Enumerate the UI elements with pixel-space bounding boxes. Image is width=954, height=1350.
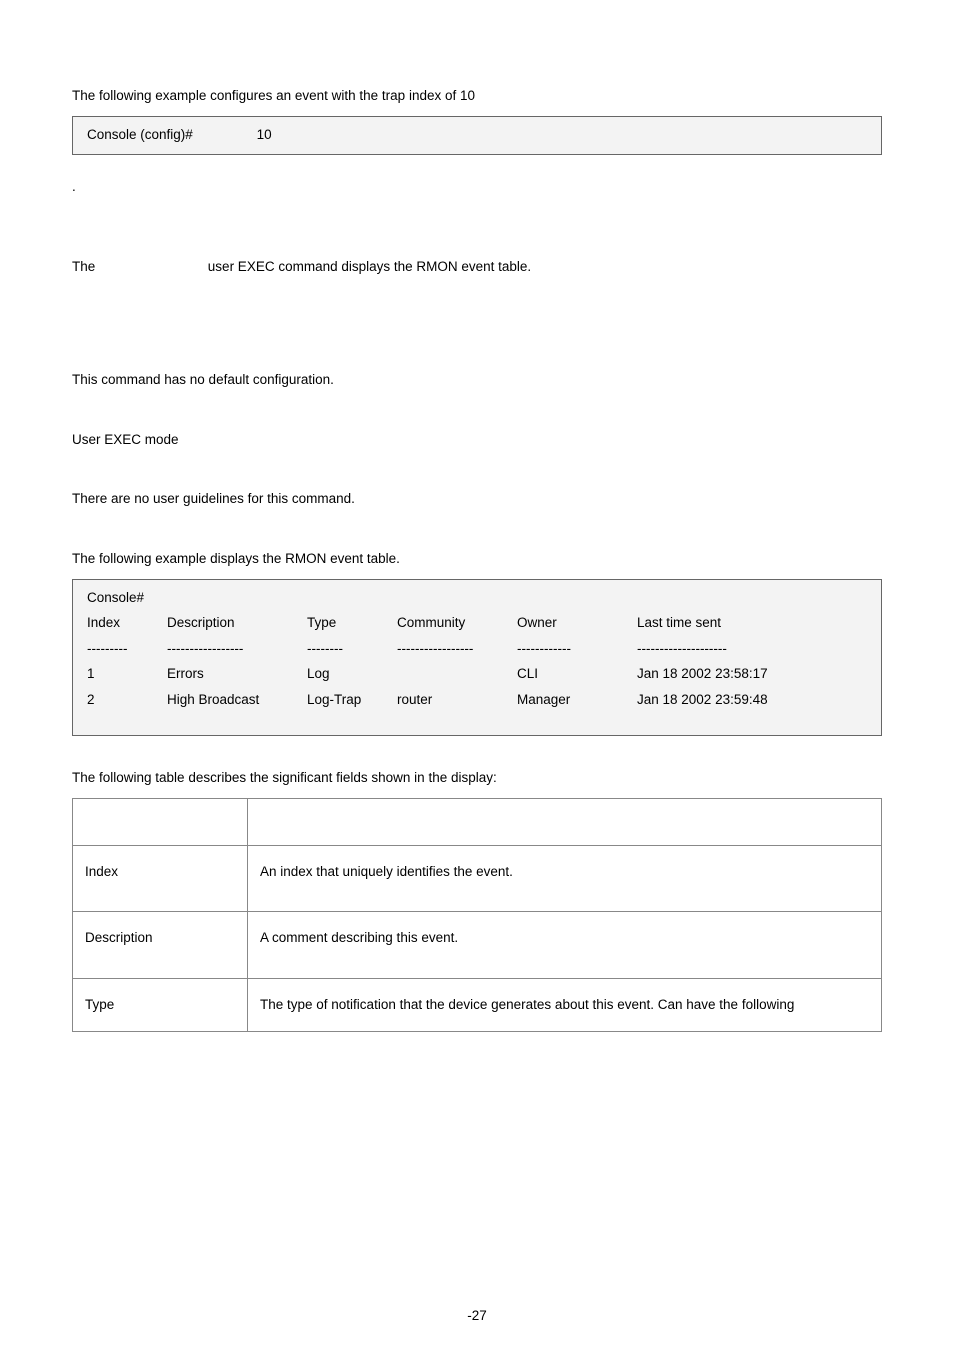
cell-last: Jan 18 2002 23:59:48 xyxy=(637,690,867,710)
document-page: The following example configures an even… xyxy=(0,0,954,1350)
fields-table-intro: The following table describes the signif… xyxy=(72,768,882,788)
cell-type: Log xyxy=(307,664,397,684)
example-intro-1: The following example configures an even… xyxy=(72,86,882,106)
hdr-owner: Owner xyxy=(517,613,637,633)
field-name: Description xyxy=(73,912,248,979)
hdr-type: Type xyxy=(307,613,397,633)
desc-right: user EXEC command displays the RMON even… xyxy=(208,259,531,274)
user-guidelines-text: There are no user guidelines for this co… xyxy=(72,489,882,509)
table-header-row xyxy=(73,798,882,845)
hdr-empty-2 xyxy=(248,798,882,845)
hdr-community: Community xyxy=(397,613,517,633)
cell-desc: Errors xyxy=(167,664,307,684)
code-example-2: Console# Index Description Type Communit… xyxy=(72,579,882,737)
table-row: Type The type of notification that the d… xyxy=(73,979,882,1032)
page-number: -27 xyxy=(0,1306,954,1326)
table-row: Description A comment describing this ev… xyxy=(73,912,882,979)
table-row: 2 High Broadcast Log-Trap router Manager… xyxy=(87,690,867,710)
command-mode-text: User EXEC mode xyxy=(72,430,882,450)
field-name: Index xyxy=(73,845,248,912)
cell-desc: High Broadcast xyxy=(167,690,307,710)
fields-table: Index An index that uniquely identifies … xyxy=(72,798,882,1032)
cell-index: 2 xyxy=(87,690,167,710)
field-desc: An index that uniquely identifies the ev… xyxy=(248,845,882,912)
cell-last: Jan 18 2002 23:58:17 xyxy=(637,664,867,684)
hdr-empty-1 xyxy=(73,798,248,845)
default-config-text: This command has no default configuratio… xyxy=(72,370,882,390)
code-example-1: Console (config)# 10 xyxy=(72,116,882,156)
field-desc: A comment describing this event. xyxy=(248,912,882,979)
console-prompt-2: Console# xyxy=(87,588,867,608)
cell-index: 1 xyxy=(87,664,167,684)
cell-owner: Manager xyxy=(517,690,637,710)
hdr-last: Last time sent xyxy=(637,613,867,633)
separator-dot: . xyxy=(72,177,882,197)
field-desc: The type of notification that the device… xyxy=(248,979,882,1032)
cell-type: Log-Trap xyxy=(307,690,397,710)
table-row: Index An index that uniquely identifies … xyxy=(73,845,882,912)
cell-comm xyxy=(397,664,517,684)
field-name: Type xyxy=(73,979,248,1032)
cell-comm: router xyxy=(397,690,517,710)
cell-owner: CLI xyxy=(517,664,637,684)
console-prompt-1: Console (config)# 10 xyxy=(87,127,272,142)
desc-left: The xyxy=(72,259,95,274)
hdr-description: Description xyxy=(167,613,307,633)
hdr-index: Index xyxy=(87,613,167,633)
command-description: The user EXEC command displays the RMON … xyxy=(72,257,882,277)
example-intro-2: The following example displays the RMON … xyxy=(72,549,882,569)
table-separator-row: --------- ----------------- -------- ---… xyxy=(87,639,867,659)
table-row: 1 Errors Log CLI Jan 18 2002 23:58:17 xyxy=(87,664,867,684)
table-header-row: Index Description Type Community Owner L… xyxy=(87,613,867,633)
